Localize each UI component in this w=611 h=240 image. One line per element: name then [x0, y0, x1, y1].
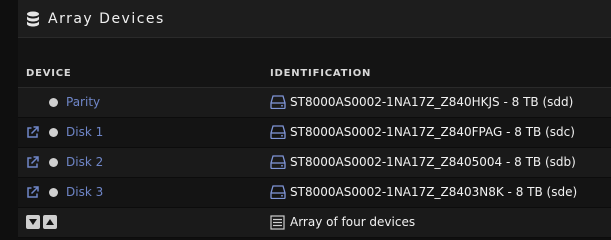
array-devices-panel: Array Devices DEVICE IDENTIFICATION Pari… [18, 0, 611, 238]
table-header: DEVICE IDENTIFICATION [18, 59, 611, 88]
status-dot-icon [49, 158, 58, 167]
hard-drive-icon [270, 95, 286, 109]
device-table: Parity ST8000AS0002-1NA17Z_Z840HKJS - 8 … [18, 88, 611, 238]
table-row: Disk 3 ST8000AS0002-1NA17Z_Z8403N8K - 8 … [18, 178, 611, 208]
table-footer-row: Array of four devices [18, 208, 611, 238]
table-row: Parity ST8000AS0002-1NA17Z_Z840HKJS - 8 … [18, 88, 611, 118]
list-icon [270, 215, 285, 230]
status-dot-icon [49, 98, 58, 107]
column-device: DEVICE [26, 67, 72, 79]
hard-drive-icon [270, 125, 286, 139]
array-summary: Array of four devices [290, 215, 416, 229]
table-row: Disk 2 ST8000AS0002-1NA17Z_Z8405004 - 8 … [18, 148, 611, 178]
caret-up-icon[interactable] [43, 215, 57, 229]
device-identification: ST8000AS0002-1NA17Z_Z840HKJS - 8 TB (sdd… [290, 95, 574, 109]
database-icon [27, 11, 39, 26]
toggle-buttons [26, 215, 57, 229]
device-link-disk2[interactable]: Disk 2 [66, 155, 103, 169]
panel-title: Array Devices [48, 10, 165, 27]
external-link-icon[interactable] [26, 126, 39, 139]
device-identification: ST8000AS0002-1NA17Z_Z840FPAG - 8 TB (sdc… [290, 125, 575, 139]
table-row: Disk 1 ST8000AS0002-1NA17Z_Z840FPAG - 8 … [18, 118, 611, 148]
column-identification: IDENTIFICATION [270, 67, 372, 79]
external-link-icon[interactable] [26, 186, 39, 199]
status-dot-icon [49, 188, 58, 197]
caret-down-icon[interactable] [26, 215, 40, 229]
device-link-parity[interactable]: Parity [66, 95, 100, 109]
hard-drive-icon [270, 155, 286, 169]
device-identification: ST8000AS0002-1NA17Z_Z8405004 - 8 TB (sdb… [290, 155, 576, 169]
external-link-icon[interactable] [26, 156, 39, 169]
hard-drive-icon [270, 185, 286, 199]
status-dot-icon [49, 128, 58, 137]
device-link-disk1[interactable]: Disk 1 [66, 125, 103, 139]
device-link-disk3[interactable]: Disk 3 [66, 185, 103, 199]
panel-header: Array Devices [18, 0, 611, 38]
device-identification: ST8000AS0002-1NA17Z_Z8403N8K - 8 TB (sde… [290, 185, 578, 199]
